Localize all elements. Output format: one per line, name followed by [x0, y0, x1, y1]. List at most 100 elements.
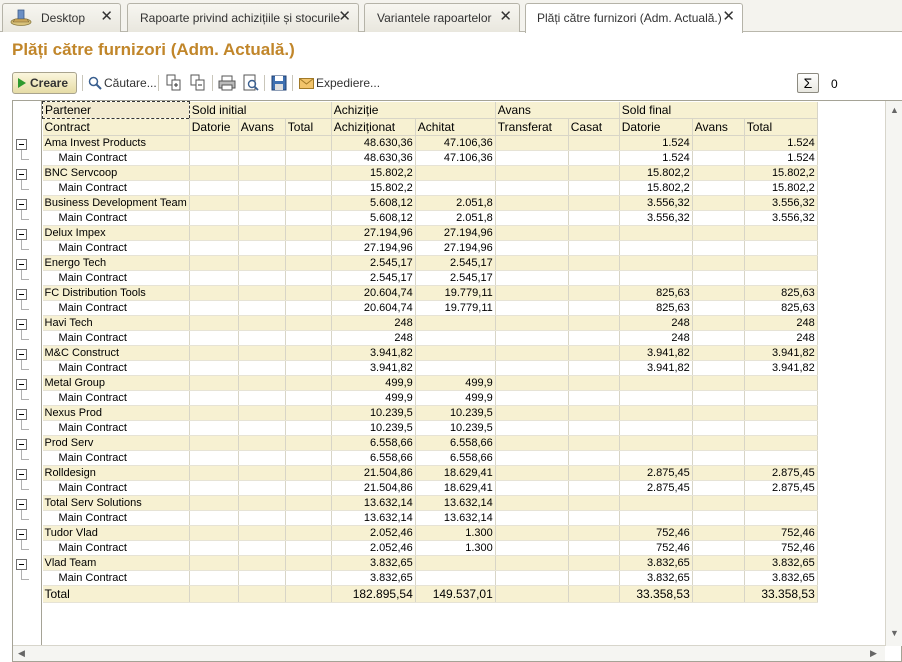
table-row-contract[interactable]: Main Contract 15.802,2 15.802,2 15.802,2	[42, 180, 818, 196]
table-cell	[692, 195, 745, 211]
table-row-contract[interactable]: Main Contract 13.632,14 13.632,14	[42, 510, 818, 526]
table-row-partner[interactable]: Ama Invest Products 48.630,36 47.106,36 1.5…	[42, 135, 818, 151]
table-row-contract[interactable]: Main Contract 10.239,5 10.239,5	[42, 420, 818, 436]
table-cell	[285, 330, 332, 346]
table-row-partner[interactable]: Metal Group 499,9 499,9	[42, 375, 818, 391]
col-header-avans-initial[interactable]: Avans	[238, 118, 286, 136]
table-row-contract[interactable]: Main Contract 20.604,74 19.779,11 825,63 825…	[42, 300, 818, 316]
table-row-contract[interactable]: Main Contract 21.504,86 18.629,41 2.875,45 2…	[42, 480, 818, 496]
table-cell	[189, 225, 239, 241]
table-cell	[495, 390, 569, 406]
collapse-icon[interactable]	[16, 199, 27, 210]
collapse-icon[interactable]	[16, 229, 27, 240]
table-row-contract[interactable]: Main Contract 2.052,46 1.300 752,46 752,46	[42, 540, 818, 556]
table-row-partner[interactable]: Prod Serv 6.558,66 6.558,66	[42, 435, 818, 451]
table-row-contract[interactable]: Main Contract 3.832,65 3.832,65 3.832,65	[42, 570, 818, 586]
table-cell	[619, 435, 693, 451]
close-icon[interactable]: ✕	[100, 9, 113, 24]
collapse-icon[interactable]	[16, 439, 27, 450]
table-cell	[692, 255, 745, 271]
table-row-partner[interactable]: Delux Impex 27.194,96 27.194,96	[42, 225, 818, 241]
collapse-icon[interactable]	[16, 559, 27, 570]
table-row-contract[interactable]: Main Contract 499,9 499,9	[42, 390, 818, 406]
table-cell: 20.604,74	[331, 300, 416, 316]
table-cell: 499,9	[331, 390, 416, 406]
table-row-contract[interactable]: Main Contract 6.558,66 6.558,66	[42, 450, 818, 466]
col-header-sold-final[interactable]: Sold final	[619, 101, 818, 119]
collapse-icon[interactable]	[16, 289, 27, 300]
collapse-icon[interactable]	[16, 259, 27, 270]
table-row-contract[interactable]: Main Contract 248 248 248	[42, 330, 818, 346]
print-preview-icon[interactable]	[242, 74, 260, 92]
table-row-partner[interactable]: Business Development Team 5.608,12 2.051,8…	[42, 195, 818, 211]
table-row-partner[interactable]: FC Distribution Tools 20.604,74 19.779,11 8…	[42, 285, 818, 301]
close-icon[interactable]: ✕	[499, 9, 512, 24]
col-header-avans-final[interactable]: Avans	[692, 118, 745, 136]
scroll-right-icon[interactable]: ▶	[870, 648, 877, 659]
table-row-contract[interactable]: Main Contract 3.941,82 3.941,82 3.941,82	[42, 360, 818, 376]
col-header-achitat[interactable]: Achitat	[415, 118, 496, 136]
table-cell	[189, 420, 239, 436]
table-row-contract[interactable]: Main Contract 2.545,17 2.545,17	[42, 270, 818, 286]
table-cell	[189, 180, 239, 196]
table-row-contract[interactable]: Main Contract 48.630,36 47.106,36 1.524 1.52…	[42, 150, 818, 166]
col-header-partner[interactable]: Partener	[42, 101, 190, 119]
sum-button[interactable]: Σ	[797, 73, 819, 93]
tab-rapoarte[interactable]: Rapoarte privind achizițiile și stocuril…	[127, 3, 359, 32]
tab-plati-furnizori[interactable]: Plăți către furnizori (Adm. Actuală.) ✕	[525, 3, 743, 33]
col-header-achizitionat[interactable]: Achiziționat	[331, 118, 416, 136]
table-cell	[568, 465, 620, 481]
tree-expand-icon[interactable]	[165, 74, 183, 92]
col-header-sold-initial[interactable]: Sold initial	[189, 101, 332, 119]
close-icon[interactable]: ✕	[338, 9, 351, 24]
search-button[interactable]: Căutare...	[88, 72, 157, 94]
table-cell	[568, 255, 620, 271]
scroll-down-icon[interactable]: ▼	[890, 628, 899, 638]
save-icon[interactable]	[270, 74, 288, 92]
send-button[interactable]: Expediere...	[299, 72, 380, 94]
col-header-total-initial[interactable]: Total	[285, 118, 332, 136]
table-row-partner[interactable]: BNC Servcoop 15.802,2 15.802,2 15.802,2	[42, 165, 818, 181]
table-row-partner[interactable]: Energo Tech 2.545,17 2.545,17	[42, 255, 818, 271]
vertical-scrollbar[interactable]: ▲ ▼	[885, 101, 902, 646]
table-row-contract[interactable]: Main Contract 27.194,96 27.194,96	[42, 240, 818, 256]
table-row-partner[interactable]: Nexus Prod 10.239,5 10.239,5	[42, 405, 818, 421]
collapse-icon[interactable]	[16, 529, 27, 540]
collapse-icon[interactable]	[16, 319, 27, 330]
col-header-contract[interactable]: Contract	[42, 118, 190, 136]
table-row-partner[interactable]: Rolldesign 21.504,86 18.629,41 2.875,45 2.87…	[42, 465, 818, 481]
col-header-datorie-final[interactable]: Datorie	[619, 118, 693, 136]
table-row-partner[interactable]: Total Serv Solutions 13.632,14 13.632,14	[42, 495, 818, 511]
create-button[interactable]: Creare	[12, 72, 77, 94]
collapse-icon[interactable]	[16, 469, 27, 480]
table-row-partner[interactable]: M&C Construct 3.941,82 3.941,82 3.941,82	[42, 345, 818, 361]
collapse-icon[interactable]	[16, 499, 27, 510]
table-row-partner[interactable]: Vlad Team 3.832,65 3.832,65 3.832,65	[42, 555, 818, 571]
tree-line	[21, 189, 29, 190]
collapse-icon[interactable]	[16, 139, 27, 150]
col-header-avans[interactable]: Avans	[495, 101, 620, 119]
table-cell	[619, 510, 693, 526]
collapse-icon[interactable]	[16, 409, 27, 420]
col-header-total-final[interactable]: Total	[744, 118, 818, 136]
collapse-icon[interactable]	[16, 169, 27, 180]
tab-variante[interactable]: Variantele rapoartelor ✕	[364, 3, 520, 32]
col-header-transferat[interactable]: Transferat	[495, 118, 569, 136]
report-grid[interactable]: Partener Sold initial Achiziție Avans So…	[12, 100, 902, 662]
table-cell: 3.832,65	[619, 570, 693, 586]
table-row-partner[interactable]: Havi Tech 248 248 248	[42, 315, 818, 331]
print-icon[interactable]	[218, 74, 236, 92]
col-header-achizitie[interactable]: Achiziție	[331, 101, 496, 119]
tree-collapse-icon[interactable]	[189, 74, 207, 92]
horizontal-scrollbar[interactable]: ◀ ▶	[13, 645, 885, 661]
col-header-casat[interactable]: Casat	[568, 118, 620, 136]
close-icon[interactable]: ✕	[722, 9, 735, 24]
collapse-icon[interactable]	[16, 349, 27, 360]
table-row-partner[interactable]: Tudor Vlad 2.052,46 1.300 752,46 752,46	[42, 525, 818, 541]
collapse-icon[interactable]	[16, 379, 27, 390]
col-header-datorie[interactable]: Datorie	[189, 118, 239, 136]
table-row-contract[interactable]: Main Contract 5.608,12 2.051,8 3.556,32 3.55…	[42, 210, 818, 226]
scroll-left-icon[interactable]: ◀	[18, 648, 25, 659]
tab-desktop[interactable]: Desktop ✕	[2, 3, 121, 32]
scroll-up-icon[interactable]: ▲	[890, 105, 899, 115]
